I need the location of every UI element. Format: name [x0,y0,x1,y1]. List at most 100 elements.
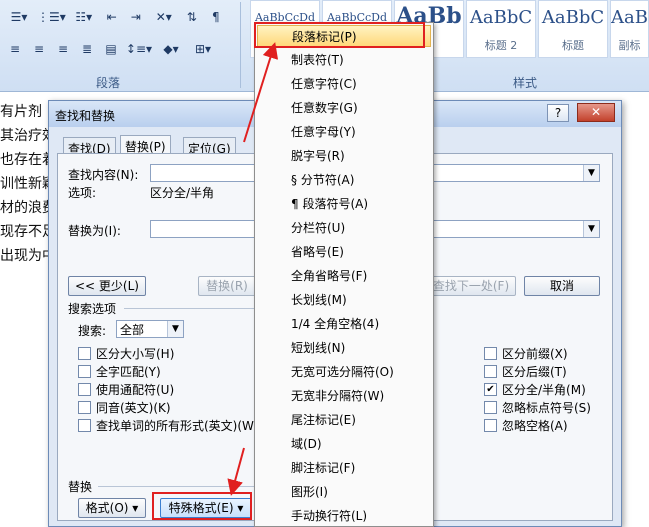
special-menu-item[interactable]: 长划线(M) [257,289,431,311]
ignore-punctuation-checkbox[interactable]: 忽略标点符号(S) [484,399,591,416]
special-menu-item[interactable]: 分栏符(U) [257,217,431,239]
search-direction-select[interactable]: 全部 ▼ [116,320,184,338]
find-label: 查找内容(N): [68,168,139,182]
special-menu-item[interactable]: 手动换行符(L) [257,505,431,527]
checkbox-label: 忽略标点符号(S) [502,401,591,415]
chevron-down-icon[interactable]: ▼ [167,321,183,337]
align-buttons-row: ≡ ≡ ≡ ≣ ▤ ↕≡▾ ◆▾ ⊞▾ [4,38,218,60]
borders-button[interactable]: ⊞▾ [188,38,218,60]
checkbox-box[interactable] [484,365,497,378]
group-separator [240,2,241,88]
checkbox-label: 区分前缀(X) [502,347,568,361]
replace-section-label: 替换 [68,480,93,494]
sort-button[interactable]: ⇅ [181,6,203,28]
asian-layout-button[interactable]: ✕▾ [149,6,179,28]
checkmark-icon[interactable]: ✔ [484,383,497,396]
annotation-box [152,492,252,520]
special-menu-item[interactable]: 制表符(T) [257,49,431,71]
distributed-button[interactable]: ▤ [100,38,122,60]
checkbox-box[interactable] [78,401,91,414]
special-menu-item[interactable]: ¶ 段落符号(A) [257,193,431,215]
special-menu-item[interactable]: 省略号(E) [257,241,431,263]
format-button[interactable]: 格式(O) ▾ [78,498,146,518]
styles-group-label: 样式 [513,76,538,90]
tab-replace[interactable]: 替换(P) [120,135,171,155]
checkbox-label: 查找单词的所有形式(英文)(W) [96,419,259,433]
line-spacing-button[interactable]: ↕≡▾ [124,38,154,60]
checkbox-label: 全字匹配(Y) [96,365,161,379]
whole-word-checkbox[interactable]: 全字匹配(Y) [78,363,161,380]
special-menu-item[interactable]: 尾注标记(E) [257,409,431,431]
checkbox-box[interactable] [78,383,91,396]
align-center-button[interactable]: ≡ [28,38,50,60]
replace-button[interactable]: 替换(R) [198,276,256,296]
checkbox-box[interactable] [78,419,91,432]
checkbox-label: 区分后缀(T) [502,365,567,379]
special-menu-item[interactable]: 脱字号(R) [257,145,431,167]
special-menu-item[interactable]: 图形(I) [257,481,431,503]
special-menu-item[interactable]: 短划线(N) [257,337,431,359]
close-button[interactable]: ✕ [577,103,615,122]
checkbox-box[interactable] [484,401,497,414]
special-menu-item[interactable]: 脚注标记(F) [257,457,431,479]
checkbox-label: 同音(英文)(K) [96,401,171,415]
help-button[interactable]: ? [547,104,569,122]
checkbox-box[interactable] [484,419,497,432]
show-marks-button[interactable]: ¶ [205,6,227,28]
sounds-like-checkbox[interactable]: 同音(英文)(K) [78,399,171,416]
checkbox-label: 使用通配符(U) [96,383,175,397]
checkbox-label: 忽略空格(A) [502,419,568,433]
less-button[interactable]: << 更少(L) [68,276,146,296]
special-menu-item[interactable]: 任意字母(Y) [257,121,431,143]
checkbox-label: 区分全/半角(M) [502,383,586,397]
increase-indent-button[interactable]: ⇥ [125,6,147,28]
checkbox-box[interactable] [78,365,91,378]
special-menu-item[interactable]: 域(D) [257,433,431,455]
wildcards-checkbox[interactable]: 使用通配符(U) [78,381,174,398]
special-menu-item[interactable]: § 分节符(A) [257,169,431,191]
decrease-indent-button[interactable]: ⇤ [101,6,123,28]
multilevel-list-button[interactable]: ☷▾ [69,6,99,28]
replace-with-label: 替换为(I): [68,224,121,238]
style-tile[interactable]: AaBb副标 [610,0,649,58]
paragraph-group-label: 段落 [96,76,121,90]
match-suffix-checkbox[interactable]: 区分后缀(T) [484,363,567,380]
list-buttons-row: ☰▾ ⋮☰▾ ☷▾ ⇤ ⇥ ✕▾ ⇅ ¶ [4,6,227,28]
checkbox-box[interactable] [78,347,91,360]
special-menu-item[interactable]: 任意数字(G) [257,97,431,119]
special-format-menu: 段落标记(P) 制表符(T) 任意字符(C) 任意数字(G) 任意字母(Y) 脱字号(R)… [254,22,434,527]
cancel-button[interactable]: 取消 [524,276,600,296]
style-tile[interactable]: AaBbC 标题 2 [466,0,536,58]
options-value: 区分全/半角 [150,186,215,200]
match-width-checkbox[interactable]: ✔ 区分全/半角(M) [484,381,586,398]
style-tile[interactable]: AaBbC 标题 [538,0,608,58]
align-left-button[interactable]: ≡ [4,38,26,60]
ignore-spaces-checkbox[interactable]: 忽略空格(A) [484,417,568,434]
shading-button[interactable]: ◆▾ [156,38,186,60]
search-direction-value: 全部 [120,323,145,337]
special-menu-item[interactable]: 无宽可选分隔符(O) [257,361,431,383]
search-direction-label: 搜索: [78,324,107,338]
special-menu-item[interactable]: 无宽非分隔符(W) [257,385,431,407]
divider [98,486,254,487]
special-menu-item[interactable]: 全角省略号(F) [257,265,431,287]
find-next-button[interactable]: 查找下一处(F) [426,276,516,296]
annotation-box [254,22,425,48]
document-line: 有片剂 [0,104,42,120]
special-menu-item[interactable]: 任意字符(C) [257,73,431,95]
chevron-down-icon[interactable]: ▼ [583,165,599,181]
checkbox-label: 区分大小写(H) [96,347,175,361]
match-case-checkbox[interactable]: 区分大小写(H) [78,345,174,362]
align-right-button[interactable]: ≡ [52,38,74,60]
all-word-forms-checkbox[interactable]: 查找单词的所有形式(英文)(W) [78,417,259,434]
checkbox-box[interactable] [484,347,497,360]
justify-button[interactable]: ≣ [76,38,98,60]
numbering-button[interactable]: ⋮☰▾ [36,6,67,28]
special-menu-item[interactable]: 1/4 全角空格(4) [257,313,431,335]
options-label: 选项: [68,186,97,200]
match-prefix-checkbox[interactable]: 区分前缀(X) [484,345,568,362]
bullets-button[interactable]: ☰▾ [4,6,34,28]
dialog-title: 查找和替换 [55,109,116,123]
chevron-down-icon[interactable]: ▼ [583,221,599,237]
search-options-label: 搜索选项 [68,302,117,316]
